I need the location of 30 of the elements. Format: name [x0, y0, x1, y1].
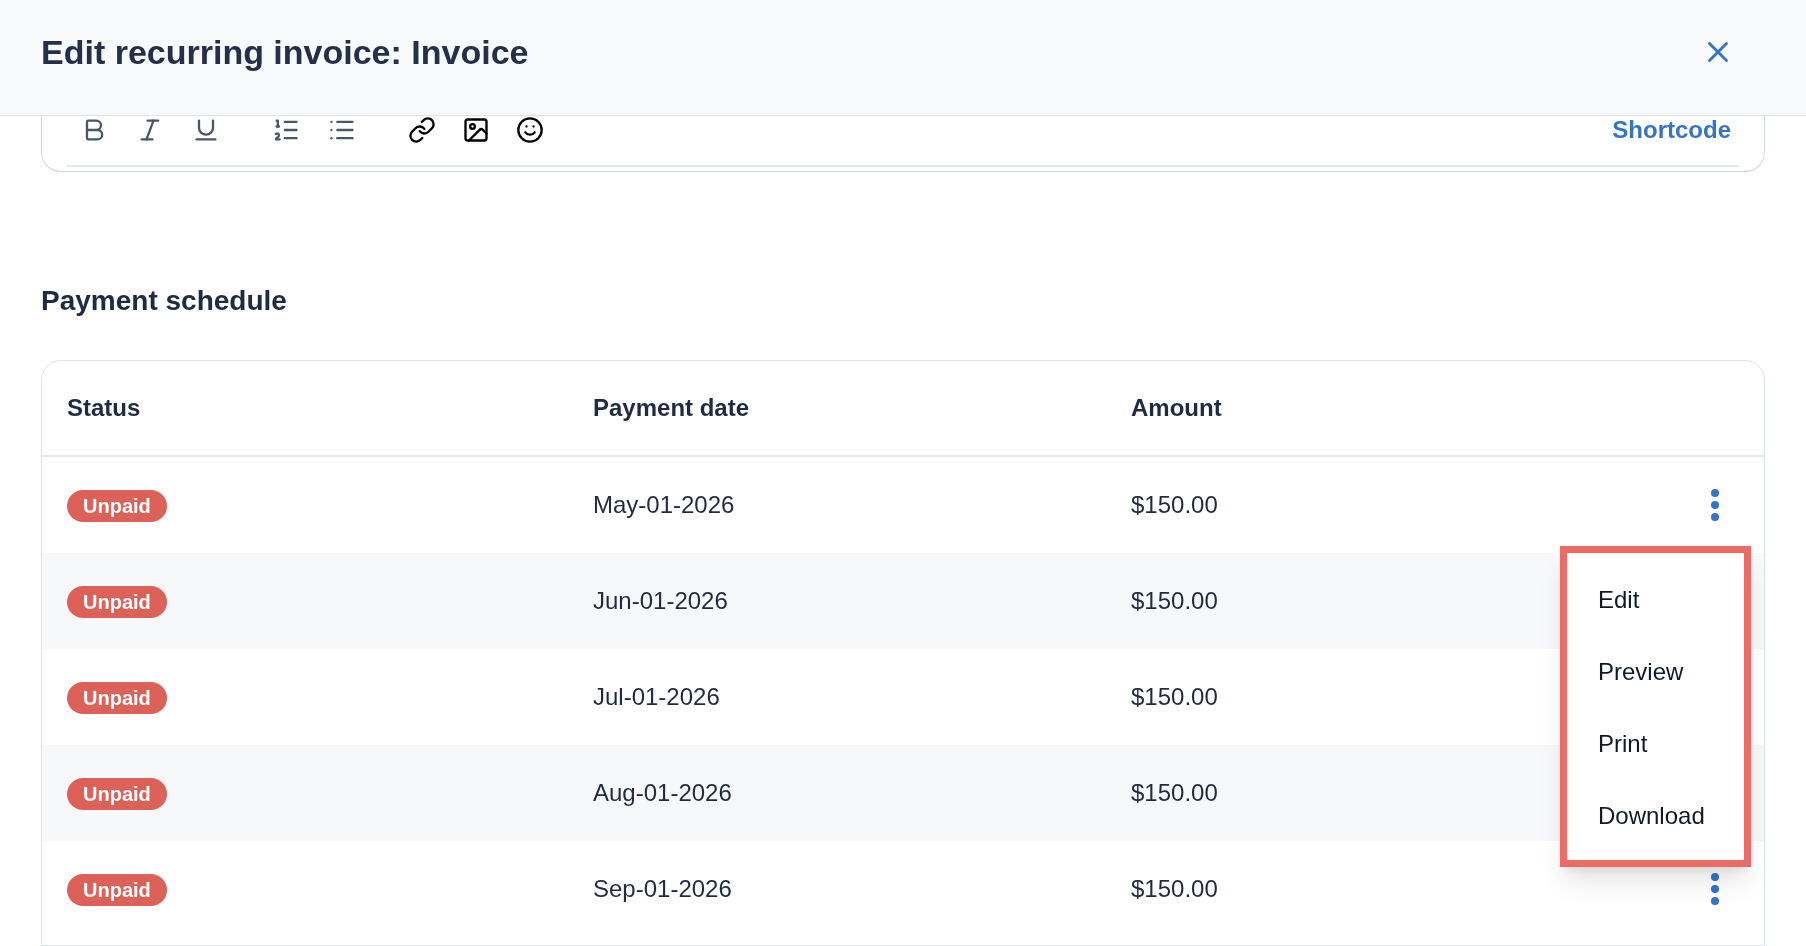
emoji-button[interactable]: [515, 115, 545, 145]
shortcode-link[interactable]: Shortcode: [1612, 115, 1731, 145]
menu-item[interactable]: Print: [1567, 708, 1744, 780]
column-header: Payment date: [593, 393, 751, 423]
table-cell-text: $150.00: [1131, 490, 1219, 520]
menu-item[interactable]: Edit: [1567, 564, 1744, 636]
status-badge: Unpaid: [67, 490, 167, 522]
table-cell-text: $150.00: [1131, 874, 1219, 904]
menu-item[interactable]: Download: [1567, 780, 1744, 852]
more-options-icon: [1710, 489, 1720, 521]
more-options-icon: [1710, 873, 1720, 905]
dialog-title: Edit recurring invoice: Invoice: [41, 31, 529, 72]
image-button[interactable]: [461, 115, 491, 145]
table-cell-text: Jun-01-2026: [593, 586, 729, 616]
status-badge: Unpaid: [67, 778, 167, 810]
column-header: Amount: [1131, 393, 1223, 423]
column-header: Status: [66, 393, 142, 423]
status-badge: Unpaid: [67, 586, 167, 618]
status-badge: Unpaid: [67, 874, 167, 906]
link-button[interactable]: [407, 115, 437, 145]
table-cell-text: $150.00: [1131, 682, 1219, 712]
table-cell-text: $150.00: [1131, 778, 1219, 808]
table-cell-text: Jul-01-2026: [593, 682, 721, 712]
table-cell-text: Aug-01-2026: [593, 778, 733, 808]
table-cell-text: May-01-2026: [593, 490, 736, 520]
table-cell-text: $150.00: [1131, 586, 1219, 616]
status-badge: Unpaid: [67, 682, 167, 714]
table-cell-text: Sep-01-2026: [593, 874, 733, 904]
section-heading: Payment schedule: [41, 284, 288, 318]
menu-item[interactable]: Preview: [1567, 636, 1744, 708]
